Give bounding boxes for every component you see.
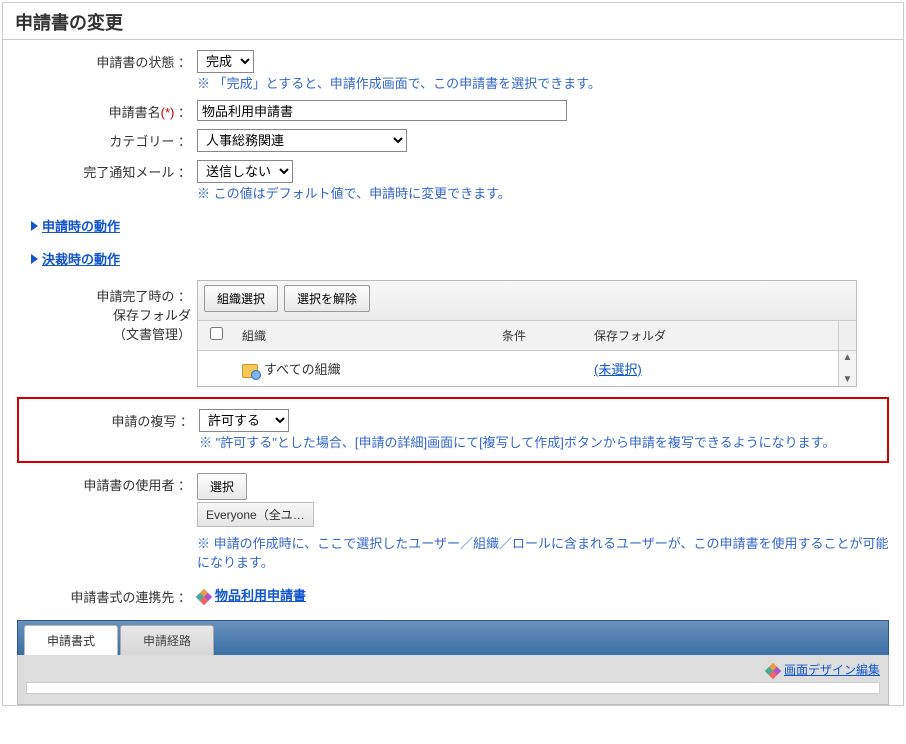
row-cond-cell [494, 367, 586, 371]
label-status: 申請書の状態 ： [17, 48, 197, 71]
field-status: 完成 ※ 「完成」とすると、申請作成画面で、この申請書を選択できます。 [197, 48, 889, 92]
table-row: すべての組織 (未選択) [198, 351, 838, 386]
clear-selection-button[interactable]: 選択を解除 [284, 285, 370, 312]
col-org-header: 組織 [234, 321, 494, 350]
row-folder-cell: (未選択) [586, 357, 838, 380]
col-folder-header: 保存フォルダ [586, 321, 838, 350]
label-name: 申請書名(*) ： [17, 98, 197, 121]
row-name: 申請書名(*) ： [17, 98, 889, 121]
label-notify: 完了通知メール ： [17, 158, 197, 181]
row-notify: 完了通知メール ： 送信しない ※ この値はデフォルト値で、申請時に変更できます… [17, 158, 889, 202]
field-users: 選択 Everyone（全ユ… ※ 申請の作成時に、ここで選択したユーザー／組織… [197, 471, 889, 571]
notify-note: ※ この値はデフォルト値で、申請時に変更できます。 [197, 183, 889, 202]
col-cond-header: 条件 [494, 321, 586, 350]
label-folder: 申請完了時の ： 保存フォルダ （文書管理） [17, 278, 197, 343]
field-copy: 許可する ※ "許可する"とした場合、[申請の詳細]画面にて[複写して作成]ボタ… [199, 407, 887, 451]
folder-grid: 組織選択 選択を解除 組織 条件 保存フォルダ [197, 280, 857, 387]
row-copy: 申請の複写 ： 許可する ※ "許可する"とした場合、[申請の詳細]画面にて[複… [19, 407, 887, 451]
grid-toolbar: 組織選択 選択を解除 [198, 281, 856, 321]
select-users-button[interactable]: 選択 [197, 473, 247, 500]
row-folder: 申請完了時の ： 保存フォルダ （文書管理） 組織選択 選択を解除 組織 [17, 278, 889, 387]
org-select-button[interactable]: 組織選択 [204, 285, 278, 312]
design-edit-link[interactable]: 画面デザイン編集 [784, 663, 880, 677]
copy-select[interactable]: 許可する [199, 409, 289, 432]
collapse-apply[interactable]: 申請時の動作 [31, 216, 889, 235]
notify-select[interactable]: 送信しない [197, 160, 293, 183]
form-link-icon [197, 590, 211, 604]
design-link-row: 画面デザイン編集 [26, 661, 880, 678]
form-area: 申請書の状態 ： 完成 ※ 「完成」とすると、申請作成画面で、この申請書を選択で… [3, 40, 903, 606]
scroll-down-icon[interactable]: ▼ [843, 373, 853, 386]
row-users: 申請書の使用者 ： 選択 Everyone（全ユ… ※ 申請の作成時に、ここで選… [17, 471, 889, 571]
field-formlink: 物品利用申請書 [197, 583, 889, 604]
collapse-decide[interactable]: 決裁時の動作 [31, 249, 889, 268]
row-formlink: 申請書式の連携先 ： 物品利用申請書 [17, 583, 889, 606]
field-category: 人事総務関連 [197, 127, 889, 152]
name-input[interactable] [197, 100, 567, 121]
field-notify: 送信しない ※ この値はデフォルト値で、申請時に変更できます。 [197, 158, 889, 202]
status-note: ※ 「完成」とすると、申請作成画面で、この申請書を選択できます。 [197, 73, 889, 92]
arrow-icon [31, 221, 38, 231]
col-checkbox [198, 321, 234, 350]
form-link[interactable]: 物品利用申請書 [215, 588, 306, 603]
inner-panel [26, 682, 880, 694]
copy-note: ※ "許可する"とした場合、[申請の詳細]画面にて[複写して作成]ボタンから申請… [199, 432, 887, 451]
grid-header: 組織 条件 保存フォルダ [198, 321, 856, 351]
grid-body: すべての組織 (未選択) ▲ ▼ [198, 351, 856, 386]
status-select[interactable]: 完成 [197, 50, 254, 73]
copy-highlight-box: 申請の複写 ： 許可する ※ "許可する"とした場合、[申請の詳細]画面にて[複… [17, 397, 889, 463]
row-category: カテゴリー ： 人事総務関連 [17, 127, 889, 152]
scrollbar[interactable]: ▲ ▼ [838, 351, 856, 386]
label-users: 申請書の使用者 ： [17, 471, 197, 494]
tab-bar: 申請書式 申請経路 [17, 620, 889, 655]
collapse-apply-link[interactable]: 申請時の動作 [42, 216, 120, 235]
org-icon [242, 364, 258, 378]
label-formlink: 申請書式の連携先 ： [17, 583, 197, 606]
row-status: 申請書の状態 ： 完成 ※ 「完成」とすると、申請作成画面で、この申請書を選択で… [17, 48, 889, 92]
label-copy: 申請の複写 ： [19, 407, 199, 430]
design-link-icon [766, 664, 780, 678]
folder-unselected-link[interactable]: (未選択) [594, 362, 642, 377]
col-scroll-header [838, 321, 856, 350]
tabs-section: 申請書式 申請経路 画面デザイン編集 [17, 620, 889, 705]
row-org-cell: すべての組織 [234, 357, 494, 380]
users-note: ※ 申請の作成時に、ここで選択したユーザー／組織／ロールに含まれるユーザーが、こ… [197, 533, 889, 571]
tab-route[interactable]: 申請経路 [120, 625, 214, 655]
field-name [197, 98, 889, 121]
page-container: 申請書の変更 申請書の状態 ： 完成 ※ 「完成」とすると、申請作成画面で、この… [2, 2, 904, 706]
select-all-checkbox[interactable] [210, 327, 223, 340]
label-category: カテゴリー ： [17, 127, 197, 150]
tab-body: 画面デザイン編集 [17, 655, 889, 705]
collapse-decide-link[interactable]: 決裁時の動作 [42, 249, 120, 268]
scroll-up-icon[interactable]: ▲ [843, 351, 853, 364]
page-title: 申請書の変更 [3, 3, 903, 40]
arrow-icon [31, 254, 38, 264]
field-folder: 組織選択 選択を解除 組織 条件 保存フォルダ [197, 278, 889, 387]
tab-format[interactable]: 申請書式 [24, 625, 118, 655]
user-chip-everyone[interactable]: Everyone（全ユ… [197, 502, 314, 527]
category-select[interactable]: 人事総務関連 [197, 129, 407, 152]
